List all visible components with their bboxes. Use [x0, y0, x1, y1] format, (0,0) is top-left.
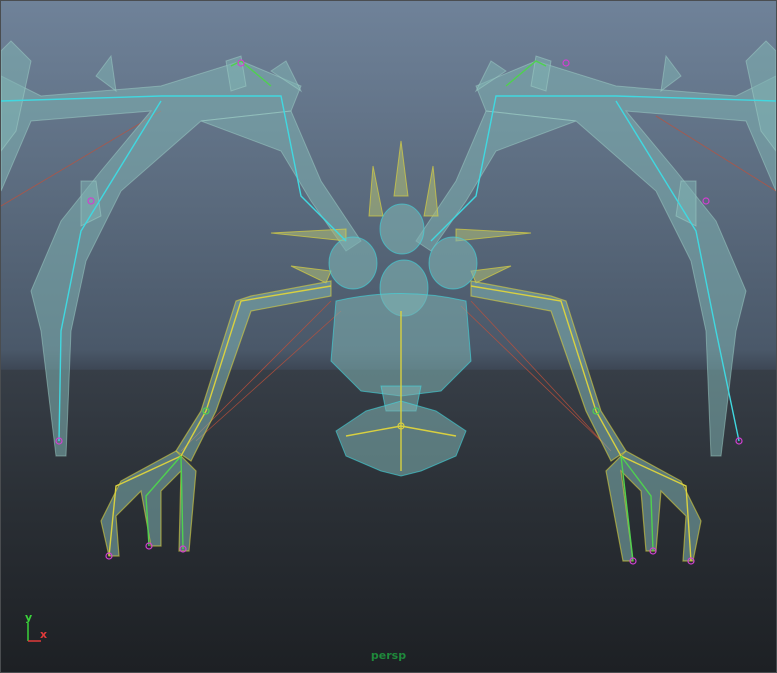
left-arm [100, 280, 332, 557]
right-arm [470, 280, 702, 562]
persp-viewport[interactable]: y x persp [0, 0, 777, 673]
axis-y-label: y [25, 611, 33, 624]
camera-name-label: persp [370, 649, 407, 662]
axis-x-label: x [40, 628, 48, 641]
skeleton-rig-model[interactable] [1, 1, 776, 672]
view-axis-gizmo: y x [19, 611, 59, 649]
left-wing [1, 40, 362, 457]
